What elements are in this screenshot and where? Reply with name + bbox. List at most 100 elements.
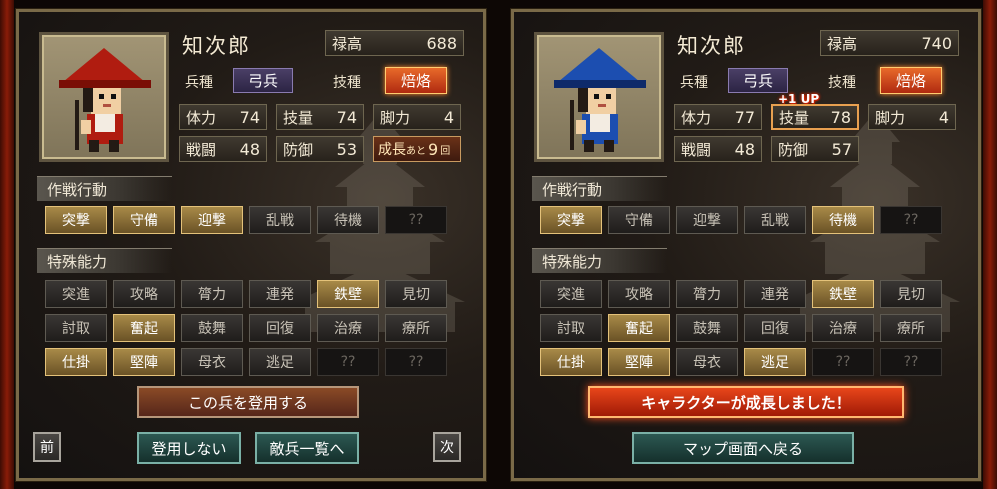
tactic-melee[interactable]: 乱戦 bbox=[249, 206, 311, 234]
next-button[interactable]: 次 bbox=[433, 432, 461, 462]
ability-13[interactable]: 仕掛 bbox=[540, 348, 602, 376]
character-portrait bbox=[39, 32, 169, 162]
stat-defense: 防御 53 bbox=[276, 136, 364, 162]
tactic-defend[interactable]: 守備 bbox=[113, 206, 175, 234]
tactics-header: 作戦行動 bbox=[532, 176, 667, 201]
stat-tech-label: 技量 bbox=[779, 108, 810, 127]
stat-leg: 脚力 4 bbox=[868, 104, 956, 130]
tactic-standby[interactable]: 待機 bbox=[317, 206, 379, 234]
ability-11[interactable]: 治療 bbox=[317, 314, 379, 342]
ability-17: ?? bbox=[812, 348, 874, 376]
ability-4[interactable]: 連発 bbox=[249, 280, 311, 308]
ability-14[interactable]: 堅陣 bbox=[608, 348, 670, 376]
growth-banner: キャラクターが成長しました！ bbox=[588, 386, 904, 418]
recruit-button[interactable]: この兵を登用する bbox=[137, 386, 359, 418]
tactics-header: 作戦行動 bbox=[37, 176, 172, 201]
stat-hp-value: 77 bbox=[734, 107, 755, 127]
stat-leg-value: 4 bbox=[938, 107, 949, 127]
troop-type-badge: 弓兵 bbox=[728, 68, 788, 93]
stat-combat: 戦闘 48 bbox=[179, 136, 267, 162]
stat-leg-label: 脚力 bbox=[875, 108, 906, 127]
right-edge-glow bbox=[983, 0, 997, 489]
prev-button[interactable]: 前 bbox=[33, 432, 61, 462]
stat-combat: 戦闘 48 bbox=[674, 136, 762, 162]
ability-6[interactable]: 見切 bbox=[385, 280, 447, 308]
stipend-value: 688 bbox=[426, 33, 457, 53]
decline-button[interactable]: 登用しない bbox=[137, 432, 241, 464]
stat-defense-value: 57 bbox=[831, 139, 852, 159]
enemy-list-button[interactable]: 敵兵一覧へ bbox=[255, 432, 359, 464]
tactic-standby[interactable]: 待機 bbox=[812, 206, 874, 234]
ability-12[interactable]: 療所 bbox=[385, 314, 447, 342]
tactic-charge[interactable]: 突撃 bbox=[540, 206, 602, 234]
stat-combat-label: 戦闘 bbox=[681, 140, 712, 159]
skill-type-badge: 焙烙 bbox=[385, 67, 447, 94]
ability-16[interactable]: 逃足 bbox=[744, 348, 806, 376]
stat-tech: 技量 74 bbox=[276, 104, 364, 130]
stipend-label: 禄高 bbox=[332, 34, 363, 53]
growth-suffix: 回 bbox=[440, 145, 451, 157]
tactic-intercept[interactable]: 迎撃 bbox=[181, 206, 243, 234]
stipend-chip: 禄高 740 bbox=[820, 30, 959, 56]
ability-1[interactable]: 突進 bbox=[540, 280, 602, 308]
stipend-chip: 禄高 688 bbox=[325, 30, 464, 56]
ability-14[interactable]: 堅陣 bbox=[113, 348, 175, 376]
stat-defense: 防御 57 bbox=[771, 136, 859, 162]
ability-18: ?? bbox=[385, 348, 447, 376]
character-name: 知次郎 bbox=[182, 34, 251, 58]
tactic-charge[interactable]: 突撃 bbox=[45, 206, 107, 234]
ability-12[interactable]: 療所 bbox=[880, 314, 942, 342]
stat-hp: 体力 74 bbox=[179, 104, 267, 130]
character-panel-left: 知次郎 禄高 688 兵種 弓兵 技種 焙烙 体力 74 技量 74 脚力 4 … bbox=[15, 8, 487, 482]
ability-3[interactable]: 膂力 bbox=[181, 280, 243, 308]
troop-type-label: 兵種 bbox=[680, 75, 708, 91]
ability-7[interactable]: 討取 bbox=[540, 314, 602, 342]
ability-8[interactable]: 奮起 bbox=[113, 314, 175, 342]
stat-tech: 技量 78 bbox=[771, 104, 859, 130]
tactic-intercept[interactable]: 迎撃 bbox=[676, 206, 738, 234]
stat-defense-label: 防御 bbox=[778, 140, 809, 159]
ability-1[interactable]: 突進 bbox=[45, 280, 107, 308]
ability-6[interactable]: 見切 bbox=[880, 280, 942, 308]
skill-type-label: 技種 bbox=[828, 75, 856, 91]
ability-9[interactable]: 鼓舞 bbox=[181, 314, 243, 342]
ability-10[interactable]: 回復 bbox=[744, 314, 806, 342]
ability-8[interactable]: 奮起 bbox=[608, 314, 670, 342]
troop-type-label: 兵種 bbox=[185, 75, 213, 91]
stat-hp-value: 74 bbox=[239, 107, 260, 127]
stat-tech-label: 技量 bbox=[283, 108, 314, 127]
tactic-defend[interactable]: 守備 bbox=[608, 206, 670, 234]
skill-type-label: 技種 bbox=[333, 75, 361, 91]
stipend-value: 740 bbox=[921, 33, 952, 53]
stat-hp-label: 体力 bbox=[186, 108, 217, 127]
character-name: 知次郎 bbox=[677, 34, 746, 58]
left-edge-glow bbox=[0, 0, 14, 489]
ability-2[interactable]: 攻略 bbox=[608, 280, 670, 308]
ability-18: ?? bbox=[880, 348, 942, 376]
stipend-label: 禄高 bbox=[827, 34, 858, 53]
ability-15[interactable]: 母衣 bbox=[181, 348, 243, 376]
ability-2[interactable]: 攻略 bbox=[113, 280, 175, 308]
ability-11[interactable]: 治療 bbox=[812, 314, 874, 342]
ability-5[interactable]: 鉄壁 bbox=[317, 280, 379, 308]
ability-3[interactable]: 膂力 bbox=[676, 280, 738, 308]
character-panel-right: 知次郎 禄高 740 兵種 弓兵 技種 焙烙 +1 UP 体力 77 技量 78… bbox=[510, 8, 982, 482]
ability-5[interactable]: 鉄壁 bbox=[812, 280, 874, 308]
stat-leg-value: 4 bbox=[443, 107, 454, 127]
growth-count: 9 bbox=[428, 139, 439, 159]
stat-defense-value: 53 bbox=[336, 139, 357, 159]
stat-hp-label: 体力 bbox=[681, 108, 712, 127]
ability-9[interactable]: 鼓舞 bbox=[676, 314, 738, 342]
ability-13[interactable]: 仕掛 bbox=[45, 348, 107, 376]
ability-4[interactable]: 連発 bbox=[744, 280, 806, 308]
growth-small: あと bbox=[406, 145, 426, 157]
return-to-map-button[interactable]: マップ画面へ戻る bbox=[632, 432, 854, 464]
stat-tech-value: 78 bbox=[830, 107, 851, 127]
ability-10[interactable]: 回復 bbox=[249, 314, 311, 342]
ability-16[interactable]: 逃足 bbox=[249, 348, 311, 376]
tactic-unknown: ?? bbox=[880, 206, 942, 234]
ability-7[interactable]: 討取 bbox=[45, 314, 107, 342]
ability-15[interactable]: 母衣 bbox=[676, 348, 738, 376]
tactic-melee[interactable]: 乱戦 bbox=[744, 206, 806, 234]
stat-defense-label: 防御 bbox=[283, 140, 314, 159]
